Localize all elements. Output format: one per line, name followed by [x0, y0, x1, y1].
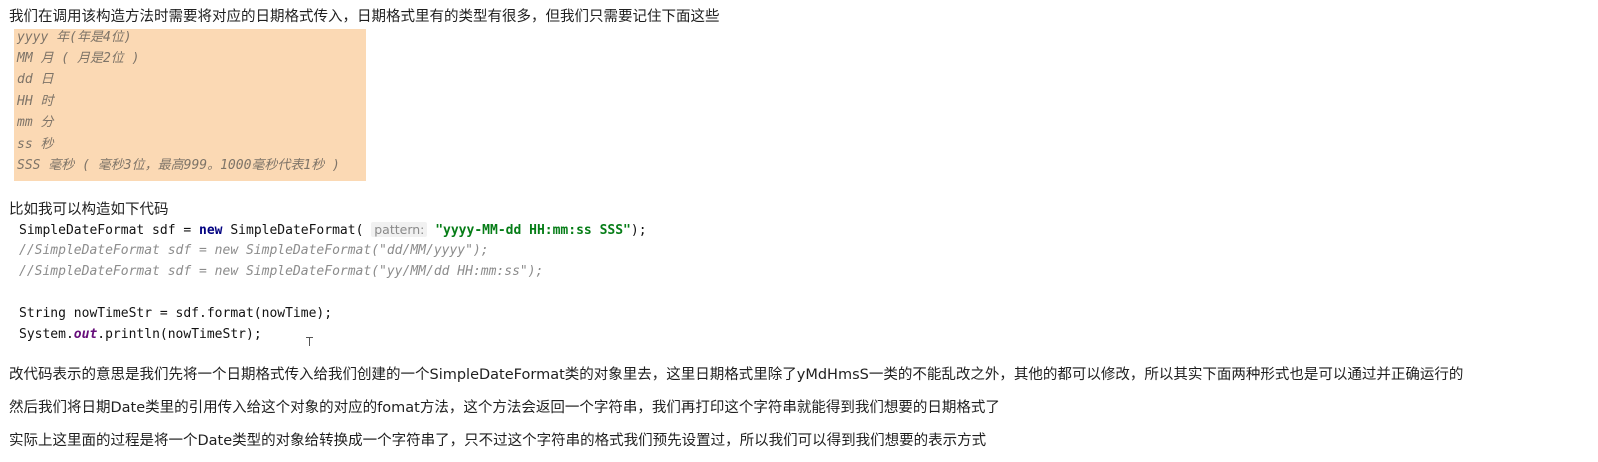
format-item-year: yyyy 年(年是4位)	[17, 30, 132, 45]
format-item-second: ss 秒	[17, 137, 54, 152]
explain-paragraph-2: 然后我们将日期Date类里的引用传入给这个对象的对应的fomat方法，这个方法会…	[9, 400, 1000, 416]
code-ctor: SimpleDateFormat(	[222, 223, 364, 238]
date-format-table: yyyy 年(年是4位) MM 月 ( 月是2位 ) dd 日 HH 时 mm …	[14, 29, 366, 181]
code-keyword-new: new	[199, 223, 223, 238]
explain-paragraph-1: 改代码表示的意思是我们先将一个日期格式传入给我们创建的一个SimpleDateF…	[9, 367, 1464, 383]
intro-paragraph: 我们在调用该构造方法时需要将对应的日期格式传入，日期格式里有的类型有很多，但我们…	[9, 9, 720, 25]
code-comment-1: //SimpleDateFormat sdf = new SimpleDateF…	[19, 243, 489, 258]
code-string-pattern: "yyyy-MM-dd HH:mm:ss SSS"	[435, 223, 631, 238]
format-item-day: dd 日	[17, 72, 54, 87]
code-system: System.	[19, 327, 74, 342]
code-type: SimpleDateFormat	[19, 223, 145, 238]
code-line-format: String nowTimeStr = sdf.format(nowTime);	[19, 306, 333, 321]
code-println: .println(nowTimeStr);	[97, 327, 262, 342]
format-item-hour: HH 时	[17, 94, 54, 109]
code-static-field-out: out	[73, 327, 98, 342]
text-cursor-icon	[306, 337, 313, 346]
parameter-hint: pattern:	[371, 222, 428, 237]
code-var: sdf =	[144, 223, 200, 238]
format-item-month: MM 月 ( 月是2位 )	[17, 51, 140, 66]
format-item-millisecond: SSS 毫秒 ( 毫秒3位，最高999。1000毫秒代表1秒 )	[17, 158, 340, 173]
code-line-constructor: SimpleDateFormat sdf = new SimpleDateFor…	[19, 221, 647, 240]
format-item-minute: mm 分	[17, 115, 54, 130]
code-block: SimpleDateFormat sdf = new SimpleDateFor…	[12, 220, 662, 348]
code-comment-2: //SimpleDateFormat sdf = new SimpleDateF…	[19, 264, 544, 279]
code-line-end: );	[630, 223, 647, 238]
explain-paragraph-3: 实际上这里面的过程是将一个Date类型的对象给转换成一个字符串了，只不过这个字符…	[9, 433, 987, 449]
code-line-println: System.out.println(nowTimeStr);	[19, 326, 262, 344]
example-paragraph: 比如我可以构造如下代码	[9, 202, 169, 218]
